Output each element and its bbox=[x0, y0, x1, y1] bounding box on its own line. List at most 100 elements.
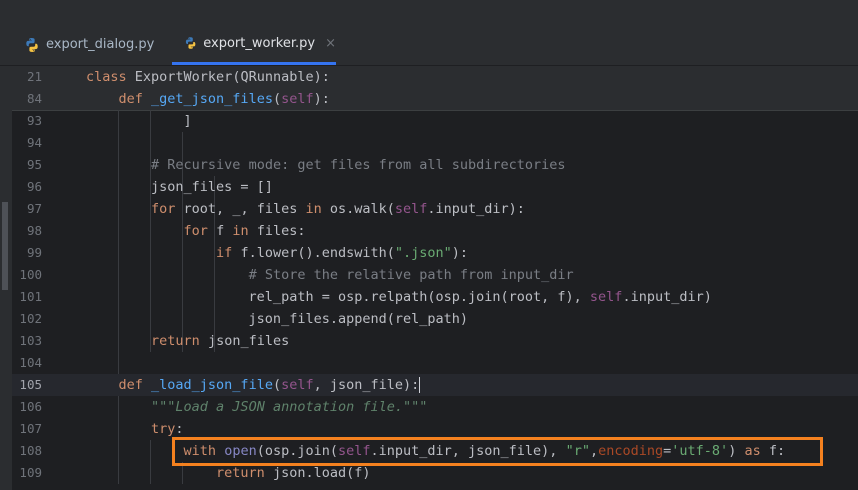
code-token: f bbox=[216, 223, 233, 239]
code-text: for root, _, files in os.walk(self.input… bbox=[86, 198, 525, 220]
code-text: try: bbox=[86, 418, 184, 440]
code-token: .input_dir): bbox=[427, 201, 525, 217]
code-line[interactable]: 101 rel_path = osp.relpath(osp.join(root… bbox=[12, 286, 858, 308]
line-number[interactable]: 106 bbox=[12, 396, 42, 418]
code-token: _load_json_file bbox=[151, 377, 273, 393]
code-line[interactable]: 95 # Recursive mode: get files from all … bbox=[12, 154, 858, 176]
line-number[interactable]: 84 bbox=[12, 88, 42, 110]
line-number[interactable]: 108 bbox=[12, 440, 42, 462]
code-text: json_files = [] bbox=[86, 176, 273, 198]
code-token: ExportWorker(QRunnable): bbox=[134, 69, 330, 85]
code-token: # Store the relative path from input_dir bbox=[248, 267, 574, 283]
code-token: rel_path = osp.relpath(osp.join(root, f)… bbox=[86, 289, 590, 305]
line-number[interactable]: 96 bbox=[12, 176, 42, 198]
line-number[interactable]: 95 bbox=[12, 154, 42, 176]
code-token: ( bbox=[272, 91, 282, 107]
code-text: for f in files: bbox=[86, 220, 306, 242]
code-text: # Recursive mode: get files from all sub… bbox=[86, 154, 566, 176]
line-number[interactable]: 109 bbox=[12, 462, 42, 484]
code-token: json_files.append(rel_path) bbox=[86, 311, 469, 327]
code-line[interactable]: 99 if f.lower().endswith(".json"): bbox=[12, 242, 858, 264]
line-number[interactable]: 102 bbox=[12, 308, 42, 330]
code-text: def _load_json_file(self, json_file): bbox=[86, 374, 421, 396]
code-token: self bbox=[394, 201, 428, 217]
code-line[interactable]: 106 """Load a JSON annotation file.""" bbox=[12, 396, 858, 418]
code-line[interactable]: 98 for f in files: bbox=[12, 220, 858, 242]
code-token: try bbox=[151, 421, 176, 437]
line-number[interactable]: 21 bbox=[12, 66, 42, 88]
code-text: rel_path = osp.relpath(osp.join(root, f)… bbox=[86, 286, 712, 308]
code-token: ( bbox=[272, 377, 282, 393]
code-line[interactable]: 100 # Store the relative path from input… bbox=[12, 264, 858, 286]
code-line[interactable]: 97 for root, _, files in os.walk(self.in… bbox=[12, 198, 858, 220]
code-token: : bbox=[175, 421, 184, 437]
line-number[interactable]: 104 bbox=[12, 352, 42, 374]
scroll-thumb[interactable] bbox=[2, 202, 8, 290]
code-line[interactable]: 94 bbox=[12, 132, 858, 154]
code-text: # Store the relative path from input_dir bbox=[86, 264, 574, 286]
line-number[interactable]: 98 bbox=[12, 220, 42, 242]
code-token: return bbox=[216, 465, 273, 481]
close-icon[interactable]: × bbox=[325, 36, 336, 51]
code-line[interactable]: 93 ] bbox=[12, 110, 858, 132]
window-top-bar bbox=[0, 0, 858, 24]
code-line[interactable]: 21 class ExportWorker(QRunnable): bbox=[12, 66, 858, 88]
code-token: ".json" bbox=[394, 245, 452, 261]
line-number[interactable]: 103 bbox=[12, 330, 42, 352]
line-number[interactable]: 97 bbox=[12, 198, 42, 220]
code-line[interactable]: 105 def _load_json_file(self, json_file)… bbox=[12, 374, 858, 396]
code-token: if bbox=[216, 245, 241, 261]
code-token: in bbox=[305, 201, 330, 217]
code-text: """Load a JSON annotation file.""" bbox=[86, 396, 427, 418]
line-number[interactable]: 100 bbox=[12, 264, 42, 286]
text-cursor bbox=[419, 377, 421, 393]
code-token: # Recursive mode: get files from all sub… bbox=[151, 157, 566, 173]
code-line[interactable]: 84 def _get_json_files(self): bbox=[12, 88, 858, 110]
tab-export-dialog[interactable]: export_dialog.py bbox=[24, 24, 164, 65]
python-icon bbox=[26, 37, 38, 52]
code-text: json_files.append(rel_path) bbox=[86, 308, 468, 330]
code-token: root, _, files bbox=[183, 201, 306, 217]
annotation-highlight-box bbox=[172, 437, 823, 466]
code-text: def _get_json_files(self): bbox=[86, 88, 330, 110]
code-line[interactable]: 103 return json_files bbox=[12, 330, 858, 352]
line-number[interactable]: 107 bbox=[12, 418, 42, 440]
code-token: return bbox=[151, 333, 208, 349]
code-token: json_files bbox=[207, 333, 290, 349]
line-number[interactable]: 105 bbox=[12, 374, 42, 396]
editor-tab-bar: export_dialog.py export_worker.py × bbox=[0, 24, 858, 66]
code-token: def bbox=[118, 91, 152, 107]
code-token: .input_dir) bbox=[622, 289, 712, 305]
code-token: files: bbox=[256, 223, 306, 239]
tab-label: export_worker.py bbox=[203, 35, 316, 51]
code-token: class bbox=[86, 69, 135, 85]
line-number[interactable]: 101 bbox=[12, 286, 42, 308]
code-line[interactable]: 102 json_files.append(rel_path) bbox=[12, 308, 858, 330]
code-text: class ExportWorker(QRunnable): bbox=[86, 66, 330, 88]
line-number[interactable]: 93 bbox=[12, 110, 42, 132]
tab-export-worker[interactable]: export_worker.py × bbox=[172, 24, 336, 65]
line-number[interactable]: 94 bbox=[12, 132, 42, 154]
code-token: def bbox=[118, 377, 152, 393]
code-token: """Load a JSON annotation file.""" bbox=[151, 399, 428, 415]
sticky-scope-header[interactable]: 21 class ExportWorker(QRunnable): 84 def _… bbox=[12, 66, 858, 111]
code-line[interactable]: 96 json_files = [] bbox=[12, 176, 858, 198]
code-token: ): bbox=[313, 91, 330, 107]
code-text: return json_files bbox=[86, 330, 289, 352]
code-line[interactable]: 104 bbox=[12, 352, 858, 374]
tab-label: export_dialog.py bbox=[46, 37, 155, 52]
code-token: , json_file): bbox=[313, 377, 420, 393]
line-number[interactable]: 99 bbox=[12, 242, 42, 264]
code-token: _get_json_files bbox=[151, 91, 273, 107]
